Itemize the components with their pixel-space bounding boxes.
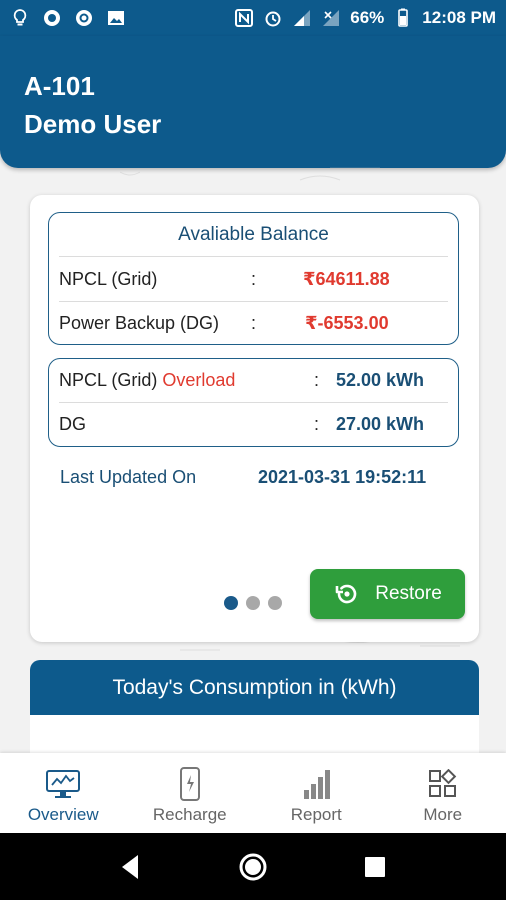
nav-report-label: Report [290,805,342,824]
account-header: A-101 Demo User [0,36,506,168]
restore-icon [335,584,357,604]
balance-card: Avaliable Balance NPCL (Grid) : ₹64611.8… [30,195,479,642]
page-dot[interactable] [268,596,282,610]
nav-more[interactable]: More [380,753,506,833]
balance-value: ₹64611.88 [303,268,390,289]
bottom-navigation: Overview Recharge Report More [0,753,506,833]
grid-more-icon [425,767,461,801]
clock-time: 12:08 PM [422,8,496,27]
last-updated-value: 2021-03-31 19:52:11 [258,467,427,487]
nav-overview[interactable]: Overview [0,753,127,833]
system-navigation-bar [0,833,506,900]
recents-icon[interactable] [360,852,390,882]
phone-recharge-icon [172,767,208,801]
last-updated-label: Last Updated On [60,467,197,487]
overload-status: Overload [162,370,236,390]
page-dot-active[interactable] [224,596,238,610]
load-row-grid: NPCL (Grid) Overload : 52.00 kWh [59,359,448,402]
no-signal-icon [321,8,341,28]
load-label: NPCL (Grid) Overload [59,370,236,390]
balance-row-dg: Power Backup (DG) : ₹-6553.00 [59,301,448,345]
status-bar: 66% 12:08 PM [0,0,506,36]
load-row-dg: DG : 27.00 kWh [59,402,448,446]
nav-recharge[interactable]: Recharge [127,753,254,833]
back-icon[interactable] [116,852,146,882]
load-value: 52.00 kWh [336,370,425,390]
separator-colon: : [314,414,320,434]
restore-button[interactable]: Restore [310,569,465,619]
balance-label: Power Backup (DG) [59,313,220,333]
available-balance-title: Avaliable Balance [59,213,448,257]
nav-more-label: More [423,805,463,824]
separator-colon: : [314,370,320,390]
separator-colon: : [251,268,257,289]
restore-label: Restore [375,583,442,604]
lightbulb-icon [10,8,30,28]
overview-monitor-icon [45,767,81,801]
balance-value: ₹-6553.00 [305,313,389,333]
app-notification-icon [42,8,62,28]
image-notification-icon [106,8,126,28]
user-name: Demo User [24,109,162,139]
nav-recharge-label: Recharge [152,805,227,824]
alarm-icon [263,8,283,28]
nfc-icon [234,8,254,28]
separator-colon: : [251,313,257,333]
unit-number: A-101 [24,71,95,101]
battery-percent: 66% [350,8,385,27]
consumption-title: Today's Consumption in (kWh) [30,660,479,715]
load-label: DG [59,414,86,434]
nav-overview-label: Overview [27,805,99,824]
balance-label: NPCL (Grid) [59,268,158,289]
lte-signal-icon [292,8,312,28]
nav-report[interactable]: Report [253,753,380,833]
page-indicator [224,596,282,610]
load-value: 27.00 kWh [336,414,425,434]
battery-icon [393,8,413,28]
page-dot[interactable] [246,596,260,610]
available-balance-box: Avaliable Balance NPCL (Grid) : ₹64611.8… [48,212,459,345]
consumption-panel: Today's Consumption in (kWh) [30,660,479,760]
balance-row-grid: NPCL (Grid) : ₹64611.88 [59,257,448,301]
bar-chart-icon [298,767,334,801]
load-status-box: NPCL (Grid) Overload : 52.00 kWh DG : 27… [48,358,459,447]
home-icon[interactable] [238,852,268,882]
record-notification-icon [74,8,94,28]
